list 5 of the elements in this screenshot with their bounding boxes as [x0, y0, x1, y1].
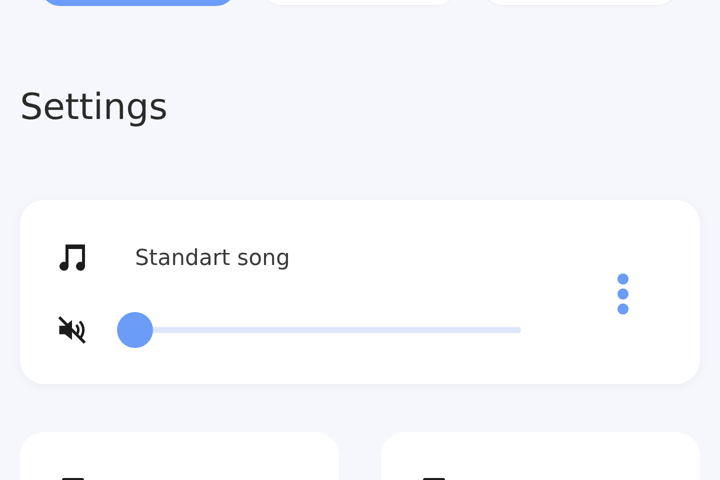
more-options-icon[interactable]: [616, 273, 630, 315]
page-heading: Settings: [20, 86, 169, 130]
volume-slider[interactable]: [117, 312, 521, 348]
slider-thumb[interactable]: [117, 312, 153, 348]
song-title: Standart song: [135, 246, 291, 270]
